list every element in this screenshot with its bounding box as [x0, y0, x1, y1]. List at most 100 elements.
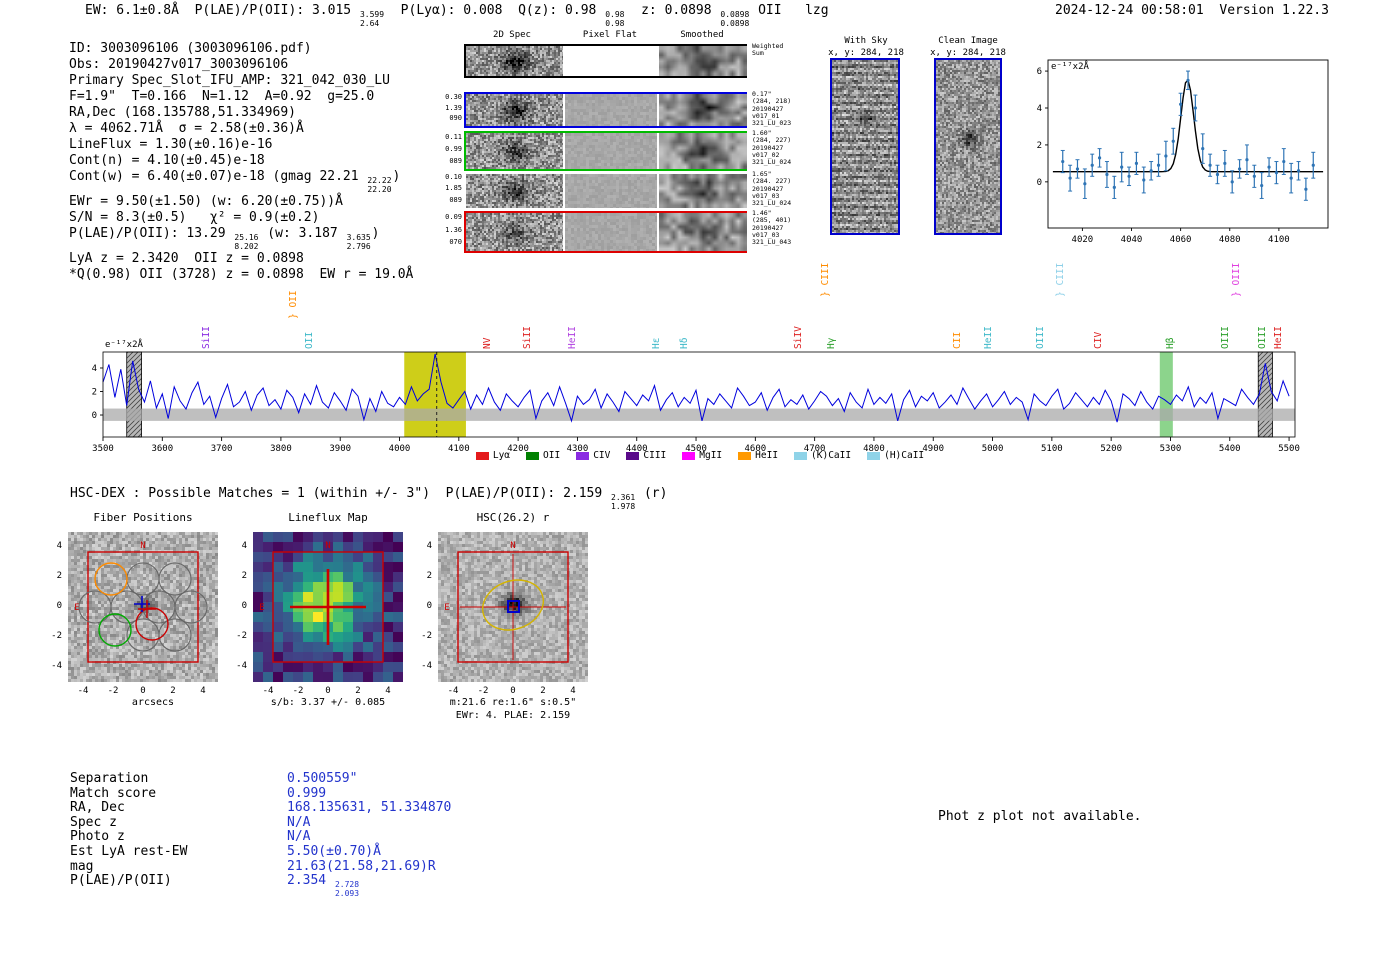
- smoothed-strip: [659, 133, 747, 169]
- with-sky-coords: x, y: 284, 218: [828, 48, 904, 58]
- grid2d-row-meta: 0.17" (284, 218) 20190427 v017_01 321_LU_023: [752, 90, 792, 128]
- match-value: 0.500559": [287, 771, 358, 786]
- info-line-primary: Primary Spec_Slot_IFU_AMP: 321_042_030_L…: [69, 73, 390, 88]
- cutout-ytick: 2: [56, 571, 62, 581]
- cutout-ytick: 4: [56, 541, 62, 551]
- grid2d-row-weights: 0.11 0.99 089: [445, 133, 462, 165]
- line-label-oiii: } OIII: [1230, 262, 1242, 297]
- legend-item-heii: HeII: [738, 450, 778, 461]
- svg-text:6: 6: [1037, 67, 1042, 77]
- hsc-r-overlay: NE: [444, 541, 569, 663]
- match-label: Est LyA rest-EW: [70, 843, 188, 859]
- legend-label: (H)CaII: [884, 450, 925, 461]
- info-line-seeing: F=1.9" T=0.166 N=1.12 A=0.92 g=25.0: [69, 89, 375, 104]
- grid2d-row-meta: 1.65" (284. 227) 20190427 v017_03 321_LU_024: [752, 170, 792, 208]
- legend-item-hcaii: (H)CaII: [867, 450, 924, 461]
- lineflux-caption: s/b: 3.37 +/- 0.085: [270, 697, 386, 708]
- legend-label: CIV: [593, 450, 611, 461]
- match-label: Spec z: [70, 814, 117, 830]
- with-sky-cutout: [830, 58, 900, 235]
- match-row-separation: Separation 0.500559": [70, 771, 451, 787]
- svg-text:N: N: [510, 541, 515, 551]
- 2d-spec-strip: [466, 174, 563, 208]
- svg-text:4080: 4080: [1219, 235, 1241, 245]
- grid2d-row-weights: 0.09 1.36 070: [445, 213, 462, 247]
- cutout-xtick: -4: [447, 686, 459, 696]
- cutout-xtick: 4: [385, 686, 391, 696]
- legend-swatch: [526, 451, 540, 460]
- legend-label: CIII: [643, 450, 667, 461]
- stacked-uncertainty: 2.728 2.093: [334, 880, 360, 898]
- match-label: P(LAE)/P(OII): [70, 873, 172, 889]
- line-label-siii: SiII: [201, 326, 212, 349]
- cutout-ytick: 0: [241, 601, 247, 611]
- spectrum-legend: Lyα OII CIV CIII MgII HeII (K)CaII (H)CaII: [0, 450, 1400, 461]
- svg-text:N: N: [140, 541, 145, 551]
- line-label-oii: OII: [304, 331, 316, 349]
- match-row-score: Match score 0.999: [70, 786, 451, 802]
- cutout-xtick: 0: [510, 686, 516, 696]
- line-label-oiii: OIII: [1219, 326, 1231, 349]
- svg-text:e⁻¹⁷x2Å: e⁻¹⁷x2Å: [105, 338, 144, 350]
- legend-swatch: [626, 451, 640, 460]
- info-line-obs: Obs: 20190427v017_3003096106: [69, 57, 289, 72]
- cutout-ytick: 2: [241, 571, 247, 581]
- detection-info-block: ID: 3003096106 (3003096106.pdf) Obs: 201…: [69, 41, 413, 283]
- cutout-xtick: 4: [570, 686, 576, 696]
- grid2d-col-header: Smoothed: [680, 30, 724, 40]
- svg-text:2: 2: [1037, 141, 1042, 151]
- svg-text:4: 4: [1037, 104, 1042, 114]
- svg-text:E: E: [444, 603, 449, 613]
- stacked-uncertainty: 0.98 0.98: [605, 10, 625, 28]
- pixel-flat-strip: [565, 133, 657, 169]
- cutout-xtick: 0: [325, 686, 331, 696]
- legend-label: HeII: [755, 450, 779, 461]
- line-label-siiv: SiIV: [792, 326, 804, 349]
- match-label: Photo z: [70, 829, 125, 845]
- legend-item-oii: OII: [526, 450, 560, 461]
- lineflux-map-title: Lineflux Map: [288, 511, 368, 524]
- line-label-oiii: OIII: [1034, 326, 1046, 349]
- cutout-ytick: 2: [426, 571, 432, 581]
- with-sky-image: [832, 60, 898, 233]
- cutout-xtick: -4: [262, 686, 274, 696]
- legend-item-civ: CIV: [576, 450, 610, 461]
- line-label-h: Hγ: [826, 337, 838, 349]
- grid2d-col-header: Pixel Flat: [582, 30, 638, 40]
- info-line-lambda: λ = 4062.71Å σ = 2.58(±0.36)Å: [69, 121, 304, 136]
- legend-swatch: [576, 451, 590, 460]
- svg-text:4060: 4060: [1170, 235, 1192, 245]
- stacked-uncertainty: 2.361 1.978: [611, 493, 636, 511]
- legend-label: MgII: [699, 450, 723, 461]
- hsc-r-title: HSC(26.2) r: [476, 511, 550, 524]
- info-line-sn-chi2: S/N = 8.3(±0.5) χ² = 0.9(±0.2): [69, 210, 320, 225]
- match-label: Separation: [70, 771, 149, 786]
- cutout-xtick: 2: [355, 686, 361, 696]
- legend-swatch: [475, 451, 489, 460]
- svg-text:2: 2: [92, 388, 97, 398]
- match-value: 168.135631, 51.334870: [287, 800, 452, 816]
- line-fit-chart: 0 2 4 6 4020 4040 4060 4080 4100 e⁻¹⁷x2Å: [1037, 59, 1329, 245]
- stacked-uncertainty: 25.16 8.202: [234, 233, 259, 251]
- stacked-uncertainty: 3.635 2.796: [346, 233, 371, 251]
- match-row-mag: mag 21.63(21.58,21.69)R: [70, 858, 451, 875]
- legend-item-mgii: MgII: [682, 450, 722, 461]
- grid2d-row-weights: 0.30 1.39 090: [445, 93, 462, 123]
- info-line-contw: Cont(w) = 6.40(±0.07)e-18 (gmag 22.21 22…: [69, 169, 401, 194]
- match-value: 21.63(21.58,21.69)R: [287, 858, 436, 874]
- match-label: mag: [70, 858, 94, 874]
- cutout-xtick: -2: [292, 686, 304, 696]
- line-label-h: Hβ: [1164, 337, 1176, 349]
- with-sky-title: With Sky: [844, 36, 888, 46]
- line-label-civ: CIV: [1092, 331, 1104, 349]
- line-label-oiii: OIII: [1256, 326, 1268, 349]
- legend-item-kcaii: (K)CaII: [794, 450, 851, 461]
- line-label-heii: HeII: [567, 326, 579, 349]
- elixer-report-page: EW: 6.1±0.8Å P(LAE)/P(OII): 3.015 3.599 2…: [0, 0, 1400, 953]
- svg-text:e⁻¹⁷x2Å: e⁻¹⁷x2Å: [1051, 60, 1090, 72]
- cutout-ytick: -4: [236, 661, 247, 671]
- report-timestamp: 2024-12-24 00:58:01: [1055, 3, 1204, 18]
- clean-image-coords: x, y: 284, 218: [930, 48, 1006, 58]
- svg-text:4100: 4100: [1268, 235, 1290, 245]
